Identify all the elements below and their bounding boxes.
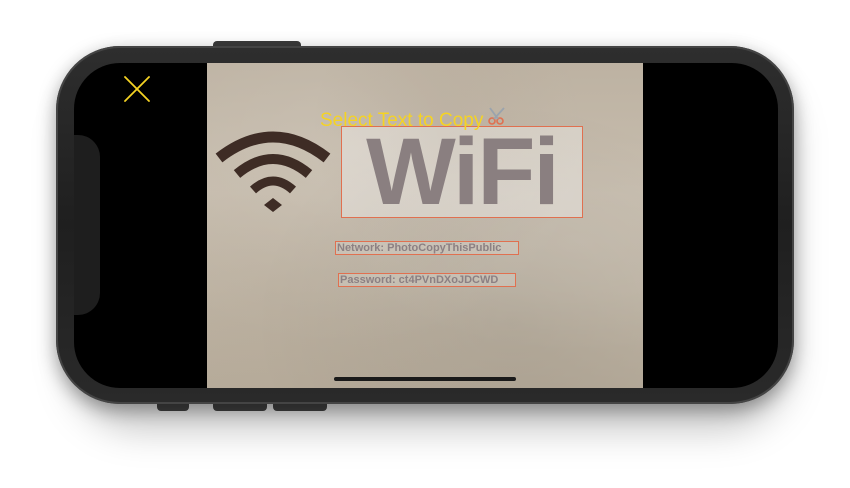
select-text-hint: Select Text to Copy [320, 106, 509, 132]
notch [74, 135, 100, 315]
close-icon [124, 76, 150, 102]
close-button[interactable] [122, 74, 152, 104]
network-text: Network: PhotoCopyThisPublic [337, 242, 502, 254]
scissors-icon [487, 106, 509, 132]
wifi-headline-text-box[interactable]: WiFi [341, 126, 583, 218]
select-text-hint-label: Select Text to Copy [320, 110, 484, 131]
network-text-box[interactable]: Network: PhotoCopyThisPublic [335, 241, 519, 255]
wifi-headline-text: WiFi [366, 126, 560, 218]
password-text-box[interactable]: Password: ct4PVnDXoJDCWD [338, 273, 516, 287]
wifi-icon [215, 131, 331, 212]
password-text: Password: ct4PVnDXoJDCWD [340, 274, 499, 286]
stage: WiFi Select Text to Copy Network: PhotoC… [0, 0, 850, 488]
home-indicator[interactable] [334, 377, 516, 381]
